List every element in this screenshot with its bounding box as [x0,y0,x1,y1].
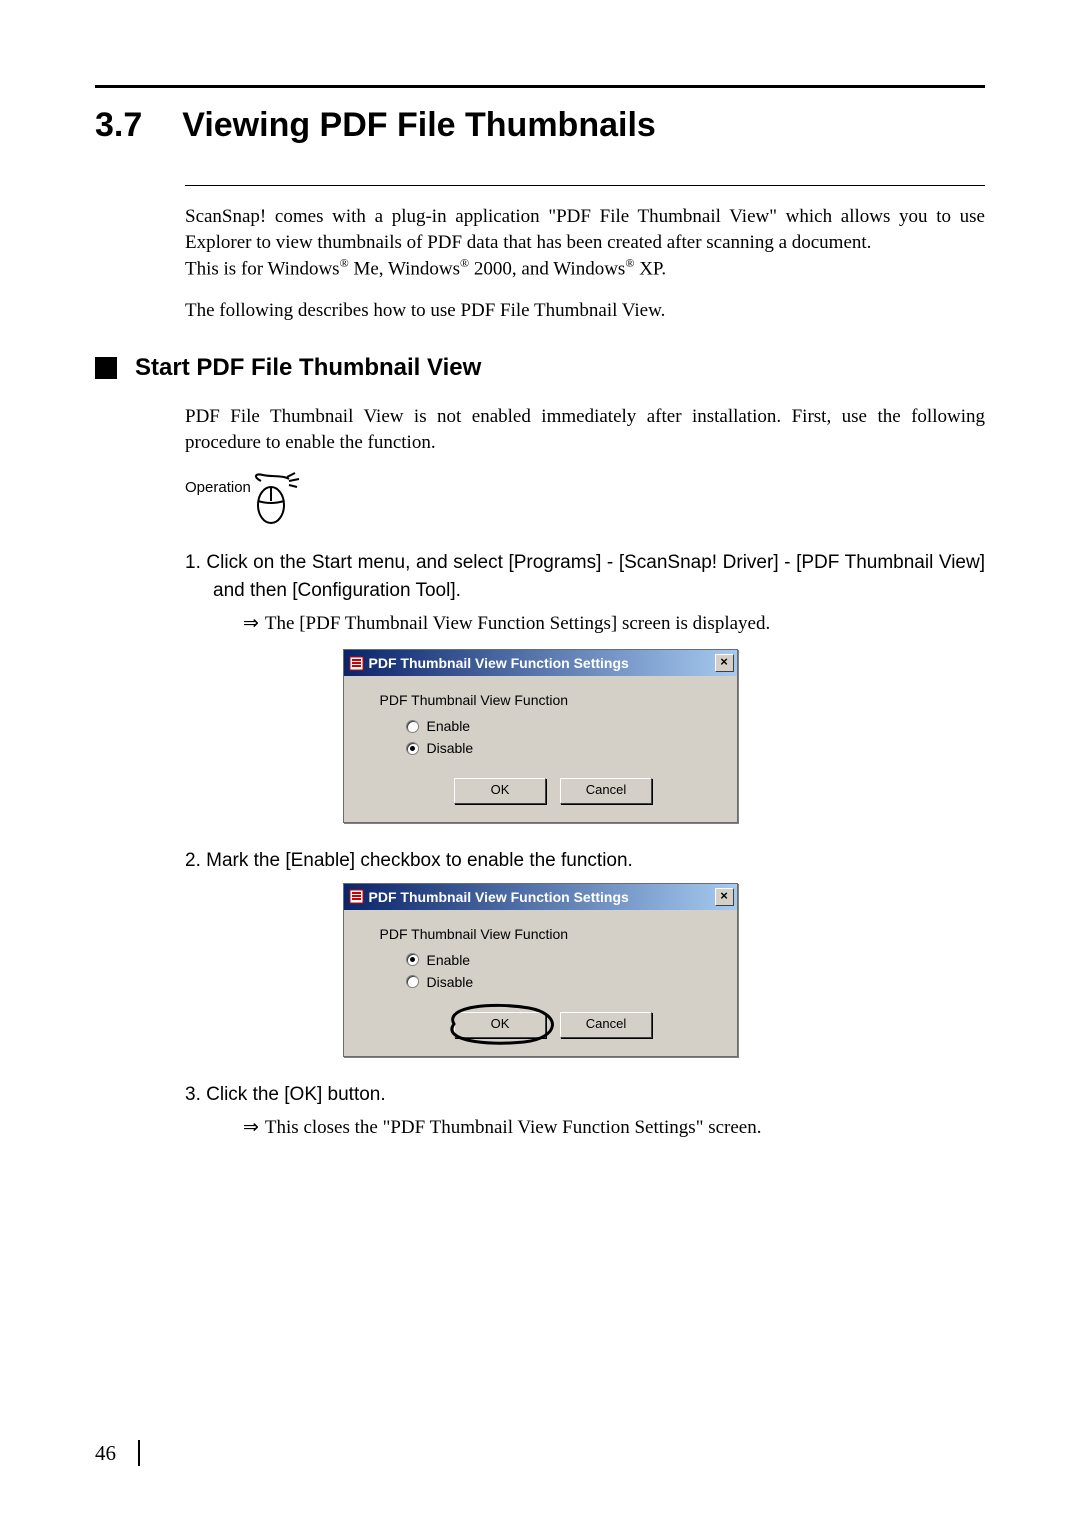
radio-disable-label: Disable [427,740,474,756]
radio-icon [406,953,419,966]
dialog-title: PDF Thumbnail View Function Settings [369,655,629,671]
arrow-icon: ⇒ [243,613,259,634]
close-button[interactable]: × [715,654,734,672]
radio-icon [406,975,419,988]
cancel-button[interactable]: Cancel [560,778,652,804]
sub-paragraph: PDF File Thumbnail View is not enabled i… [185,404,985,455]
page-footer: 46 [95,1440,140,1466]
radio-enable[interactable]: Enable [392,952,715,968]
section-number: 3.7 [95,106,142,145]
step-3: 3. Click the [OK] button. [185,1081,985,1109]
subheading: Start PDF File Thumbnail View [135,354,481,382]
group-label: PDF Thumbnail View Function [380,926,715,942]
dialog-titlebar: PDF Thumbnail View Function Settings × [344,884,737,910]
radio-enable-label: Enable [427,718,471,734]
dialog-body: PDF Thumbnail View Function Enable Disab… [344,910,737,1056]
step-3-result: ⇒This closes the "PDF Thumbnail View Fun… [243,1116,985,1139]
app-icon [349,889,364,904]
step-2: 2. Mark the [Enable] checkbox to enable … [185,847,985,875]
dialog-settings-2: PDF Thumbnail View Function Settings × P… [343,883,738,1057]
dialog-titlebar: PDF Thumbnail View Function Settings × [344,650,737,676]
radio-disable[interactable]: Disable [392,740,715,756]
page-number: 46 [95,1441,116,1466]
footer-divider [138,1440,140,1466]
intro-paragraph-2: The following describes how to use PDF F… [185,298,985,324]
mouse-icon [253,471,309,527]
radio-disable-label: Disable [427,974,474,990]
square-bullet-icon [95,357,117,379]
group-label: PDF Thumbnail View Function [380,692,715,708]
sub-rule [185,185,985,186]
close-button[interactable]: × [715,888,734,906]
dialog-settings-1: PDF Thumbnail View Function Settings × P… [343,649,738,823]
subheading-row: Start PDF File Thumbnail View [95,354,985,382]
ok-button[interactable]: OK [454,778,546,804]
dialog-body: PDF Thumbnail View Function Enable Disab… [344,676,737,822]
section-heading: 3.7 Viewing PDF File Thumbnails [95,106,985,145]
radio-enable-label: Enable [427,952,471,968]
radio-icon [406,742,419,755]
ok-highlight-wrap: OK [454,1012,546,1038]
arrow-icon: ⇒ [243,1117,259,1138]
ok-button[interactable]: OK [454,1012,546,1038]
radio-disable[interactable]: Disable [392,974,715,990]
operation-label: Operation [185,479,251,496]
radio-icon [406,720,419,733]
step-1-result: ⇒The [PDF Thumbnail View Function Settin… [243,612,985,635]
top-rule [95,85,985,88]
dialog-title: PDF Thumbnail View Function Settings [369,889,629,905]
app-icon [349,656,364,671]
step-1: 1. Click on the Start menu, and select [… [185,549,985,604]
intro-paragraph-1: ScanSnap! comes with a plug-in applicati… [185,204,985,282]
operation-badge: Operation [185,471,305,531]
radio-enable[interactable]: Enable [392,718,715,734]
cancel-button[interactable]: Cancel [560,1012,652,1038]
section-title-text: Viewing PDF File Thumbnails [182,106,656,144]
